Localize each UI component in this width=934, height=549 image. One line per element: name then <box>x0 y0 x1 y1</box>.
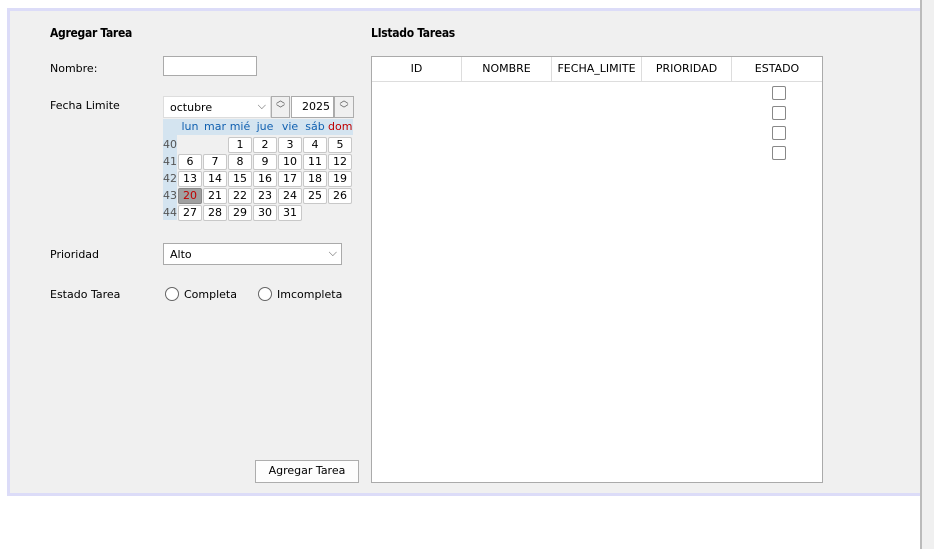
week-number: 43 <box>163 189 177 202</box>
calendar-day[interactable]: 14 <box>203 171 227 187</box>
calendar-day[interactable]: 20 <box>178 188 202 204</box>
row-estado-checkbox[interactable] <box>772 86 786 100</box>
chevron-down-icon: ⌵ <box>328 246 337 259</box>
calendar-day[interactable]: 31 <box>278 205 302 221</box>
calendar-day[interactable]: 10 <box>278 154 302 170</box>
column-fecha-limite[interactable]: FECHA_LIMITE <box>552 57 642 81</box>
priority-value: Alto <box>170 248 192 261</box>
calendar-day[interactable]: 12 <box>328 154 352 170</box>
calendar-day[interactable]: 23 <box>253 188 277 204</box>
calendar-day[interactable]: 25 <box>303 188 327 204</box>
form-title: Agregar Tarea <box>50 26 132 40</box>
calendar-day[interactable]: 7 <box>203 154 227 170</box>
calendar-day[interactable]: 17 <box>278 171 302 187</box>
list-title: LIstado Tareas <box>371 26 455 40</box>
calendar-day[interactable]: 24 <box>278 188 302 204</box>
month-value: octubre <box>170 101 213 114</box>
calendar-day[interactable]: 1 <box>228 137 252 153</box>
week-number: 42 <box>163 172 177 185</box>
radio-incompleta[interactable] <box>258 287 272 301</box>
status-label: Estado Tarea <box>50 288 121 301</box>
calendar-day[interactable]: 18 <box>303 171 327 187</box>
week-number: 44 <box>163 206 177 219</box>
priority-select[interactable]: Alto ⌵ <box>163 243 342 265</box>
year-spinner[interactable]: ︿ ﹀ <box>334 96 354 118</box>
weekday-header-cell: lun <box>181 120 199 133</box>
week-number: 40 <box>163 138 177 151</box>
calendar-day[interactable]: 21 <box>203 188 227 204</box>
year-value: 2025 <box>302 100 330 113</box>
radio-completa[interactable] <box>165 287 179 301</box>
month-select[interactable]: octubre ⌵ <box>163 96 271 118</box>
calendar-day[interactable]: 15 <box>228 171 252 187</box>
weekday-header-cell: mar <box>204 120 226 133</box>
row-estado-checkbox[interactable] <box>772 106 786 120</box>
weekday-header-cell: jue <box>256 120 274 133</box>
year-input[interactable]: 2025 <box>291 96 334 118</box>
calendar-day[interactable]: 11 <box>303 154 327 170</box>
tasks-table[interactable]: ID NOMBRE FECHA_LIMITE PRIORIDAD ESTADO <box>371 56 823 483</box>
radio-completa-label: Completa <box>184 288 237 301</box>
weekday-header-cell: dom <box>328 120 353 133</box>
calendar-day[interactable]: 5 <box>328 137 352 153</box>
calendar-day[interactable]: 13 <box>178 171 202 187</box>
calendar-day[interactable]: 8 <box>228 154 252 170</box>
weekday-header-cell: sáb <box>305 120 325 133</box>
priority-label: Prioridad <box>50 248 100 261</box>
month-spinner[interactable]: ︿ ﹀ <box>271 96 290 118</box>
calendar-day[interactable]: 16 <box>253 171 277 187</box>
column-prioridad[interactable]: PRIORIDAD <box>642 57 732 81</box>
calendar-day[interactable]: 6 <box>178 154 202 170</box>
column-id[interactable]: ID <box>372 57 462 81</box>
calendar-day[interactable]: 30 <box>253 205 277 221</box>
calendar-day[interactable]: 19 <box>328 171 352 187</box>
row-estado-checkbox[interactable] <box>772 126 786 140</box>
side-toolbar <box>920 0 934 549</box>
calendar-day[interactable]: 22 <box>228 188 252 204</box>
calendar-day[interactable]: 28 <box>203 205 227 221</box>
week-number: 41 <box>163 155 177 168</box>
radio-incompleta-label: Imcompleta <box>277 288 343 301</box>
row-estado-checkbox[interactable] <box>772 146 786 160</box>
calendar-day[interactable]: 4 <box>303 137 327 153</box>
date-label: Fecha Limite <box>50 99 120 112</box>
calendar-day[interactable]: 3 <box>278 137 302 153</box>
name-input[interactable] <box>163 56 257 76</box>
calendar-day[interactable]: 26 <box>328 188 352 204</box>
column-nombre[interactable]: NOMBRE <box>462 57 552 81</box>
name-label: Nombre: <box>50 62 98 75</box>
calendar-day[interactable]: 29 <box>228 205 252 221</box>
chevron-down-icon: ⌵ <box>257 99 266 112</box>
calendar-day[interactable]: 27 <box>178 205 202 221</box>
calendar-day[interactable]: 2 <box>253 137 277 153</box>
weekday-header-cell: vie <box>281 120 299 133</box>
column-estado[interactable]: ESTADO <box>732 57 822 81</box>
add-task-button[interactable]: Agregar Tarea <box>255 460 359 483</box>
weekday-header-cell: mié <box>229 120 251 133</box>
calendar-day[interactable]: 9 <box>253 154 277 170</box>
